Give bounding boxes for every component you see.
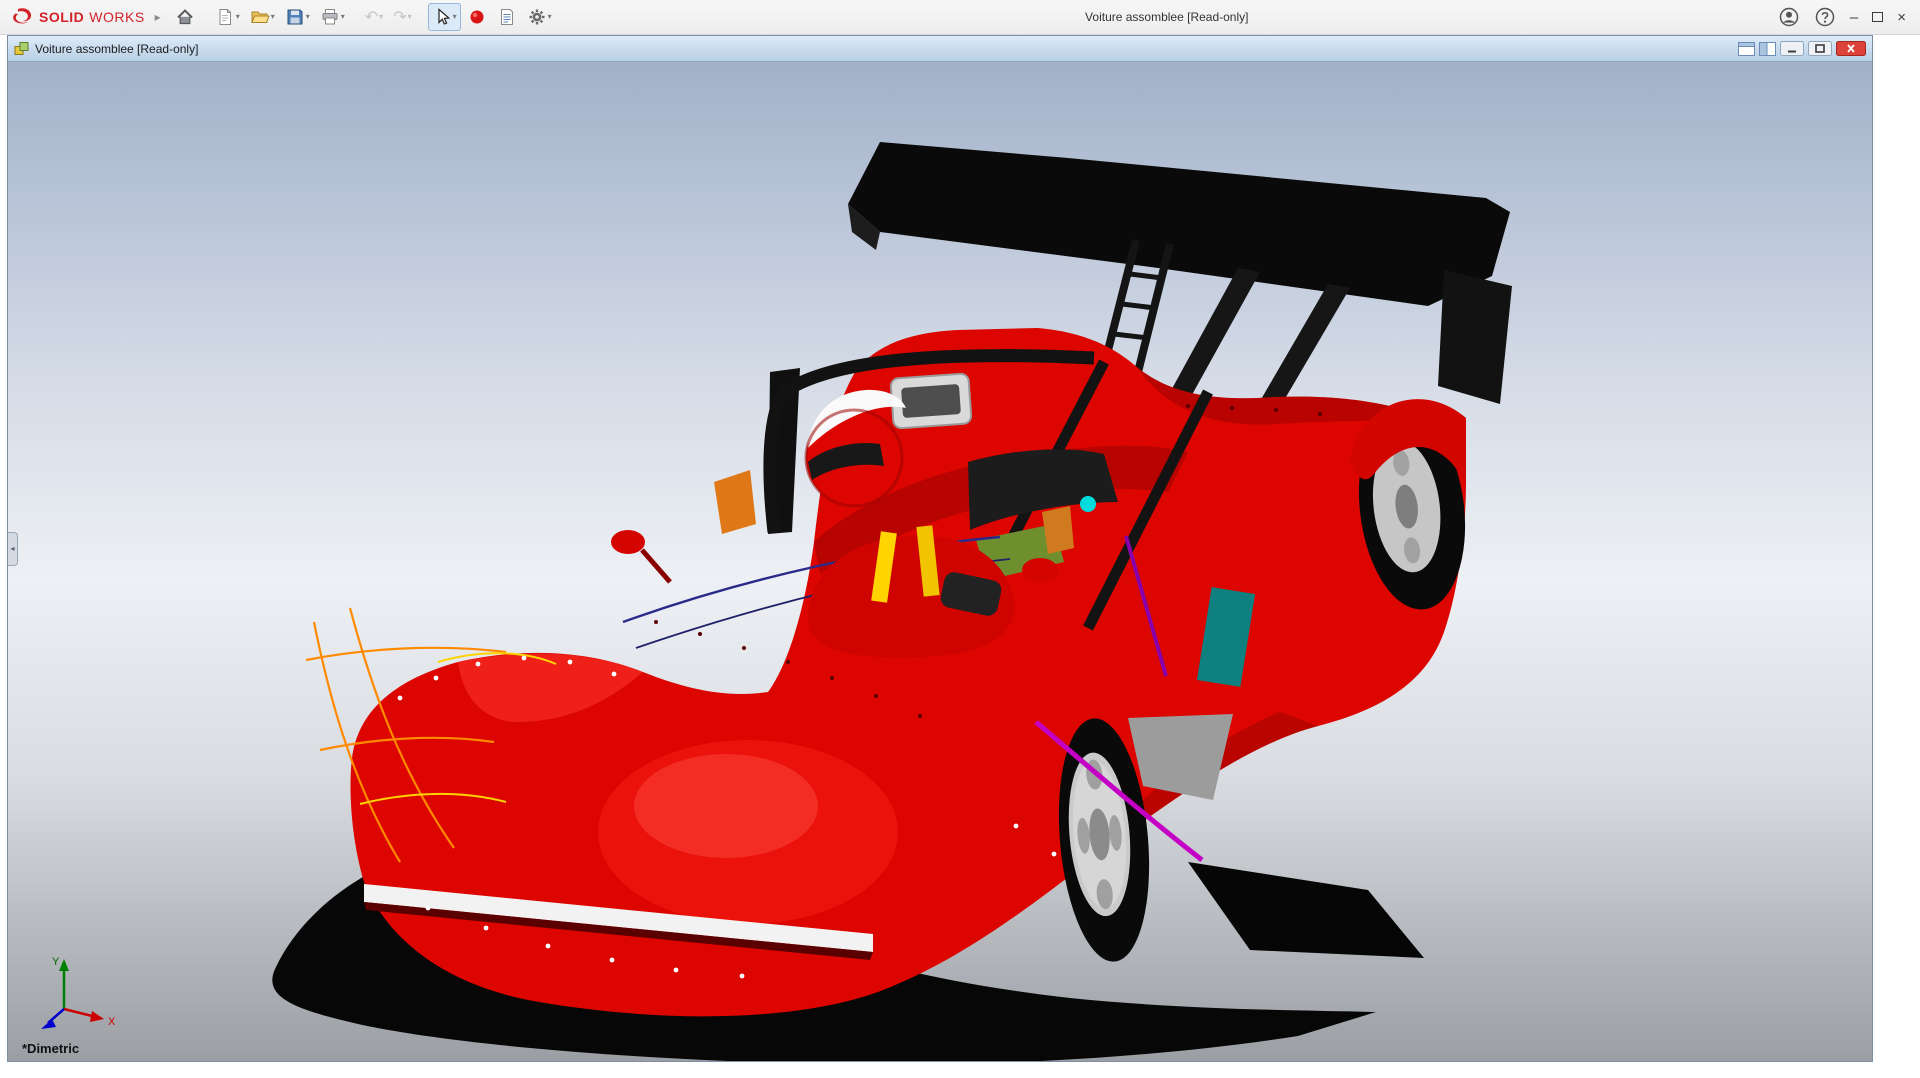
featuremanager-collapse-tab[interactable]: ◂: [8, 532, 18, 566]
dropdown-caret-icon: ▾: [379, 13, 383, 21]
new-document-icon: [215, 7, 235, 27]
dropdown-caret-icon[interactable]: ▾: [236, 13, 240, 21]
select-cursor-icon: [432, 7, 452, 27]
document-close-icon[interactable]: [1836, 41, 1866, 56]
window-tile-b-icon[interactable]: [1759, 42, 1776, 56]
file-properties-button[interactable]: [493, 3, 521, 31]
rebuild-icon: [467, 7, 487, 27]
triad-y-label: Y: [52, 956, 60, 968]
document-restore-icon[interactable]: [1808, 41, 1832, 56]
window-tile-a-icon[interactable]: [1738, 42, 1755, 56]
document-titlebar[interactable]: Voiture assomblee [Read-only]: [8, 36, 1872, 62]
dropdown-caret-icon[interactable]: ▾: [548, 13, 552, 21]
print-icon: [320, 7, 340, 27]
right-mirror: [1022, 558, 1058, 582]
print-button[interactable]: ▾: [316, 3, 349, 31]
home-button[interactable]: [171, 3, 199, 31]
car-render: [8, 62, 1872, 1061]
select-tool-button[interactable]: ▾: [428, 3, 461, 31]
document-minimize-icon[interactable]: [1780, 41, 1804, 56]
redo-icon: ↷: [393, 7, 406, 27]
orientation-label: *Dimetric: [22, 1041, 79, 1056]
assembly-document-icon: [14, 41, 29, 56]
document-window: Voiture assomblee [Read-only]: [7, 35, 1873, 1062]
save-button[interactable]: ▾: [281, 3, 314, 31]
minimize-icon[interactable]: –: [1850, 10, 1858, 25]
new-document-button[interactable]: ▾: [211, 3, 244, 31]
document-window-controls: [1738, 41, 1866, 56]
app-titlebar: SOLID WORKS ▸ ▾ ▾: [0, 0, 1920, 35]
dassault-systemes-logo-icon: [10, 7, 34, 27]
redo-button[interactable]: ↷▾: [389, 3, 415, 31]
undo-button[interactable]: ↶▾: [361, 3, 387, 31]
help-icon[interactable]: [1814, 6, 1836, 28]
dropdown-caret-icon[interactable]: ▾: [306, 13, 310, 21]
dropdown-caret-icon[interactable]: ▾: [271, 13, 275, 21]
brand-wordmark-bold: SOLID: [39, 9, 84, 25]
solidworks-logo: SOLID WORKS: [10, 7, 145, 27]
reference-triad: Y X: [24, 951, 120, 1035]
brand-wordmark-light: WORKS: [89, 9, 144, 25]
menu-expand-arrow-icon[interactable]: ▸: [155, 10, 161, 24]
maximize-icon[interactable]: [1872, 12, 1883, 22]
triad-x-label: X: [108, 1016, 116, 1028]
gear-icon: [527, 7, 547, 27]
app-window-controls: – ×: [1778, 6, 1910, 28]
dropdown-caret-icon[interactable]: ▾: [341, 13, 345, 21]
options-button[interactable]: ▾: [523, 3, 556, 31]
dropdown-caret-icon: ▾: [408, 13, 412, 21]
graphics-viewport[interactable]: Y X *Dimetric ◂: [8, 62, 1872, 1061]
quick-access-toolbar: ▾ ▾ ▾ ▾ ↶▾ ↷▾: [171, 3, 556, 31]
save-icon: [285, 7, 305, 27]
rebuild-button[interactable]: [463, 3, 491, 31]
chevron-left-icon: ◂: [10, 544, 14, 553]
dropdown-caret-icon[interactable]: ▾: [453, 13, 457, 21]
left-mirror: [611, 530, 670, 582]
document-title: Voiture assomblee [Read-only]: [35, 42, 1732, 56]
account-icon[interactable]: [1778, 6, 1800, 28]
close-icon[interactable]: ×: [1897, 10, 1906, 25]
file-properties-icon: [497, 7, 517, 27]
undo-icon: ↶: [365, 7, 378, 27]
open-button[interactable]: ▾: [246, 3, 279, 31]
intake-vent: [890, 373, 971, 428]
app-window-title: Voiture assomblee [Read-only]: [556, 10, 1778, 24]
open-folder-icon: [250, 7, 270, 27]
home-icon: [175, 7, 195, 27]
